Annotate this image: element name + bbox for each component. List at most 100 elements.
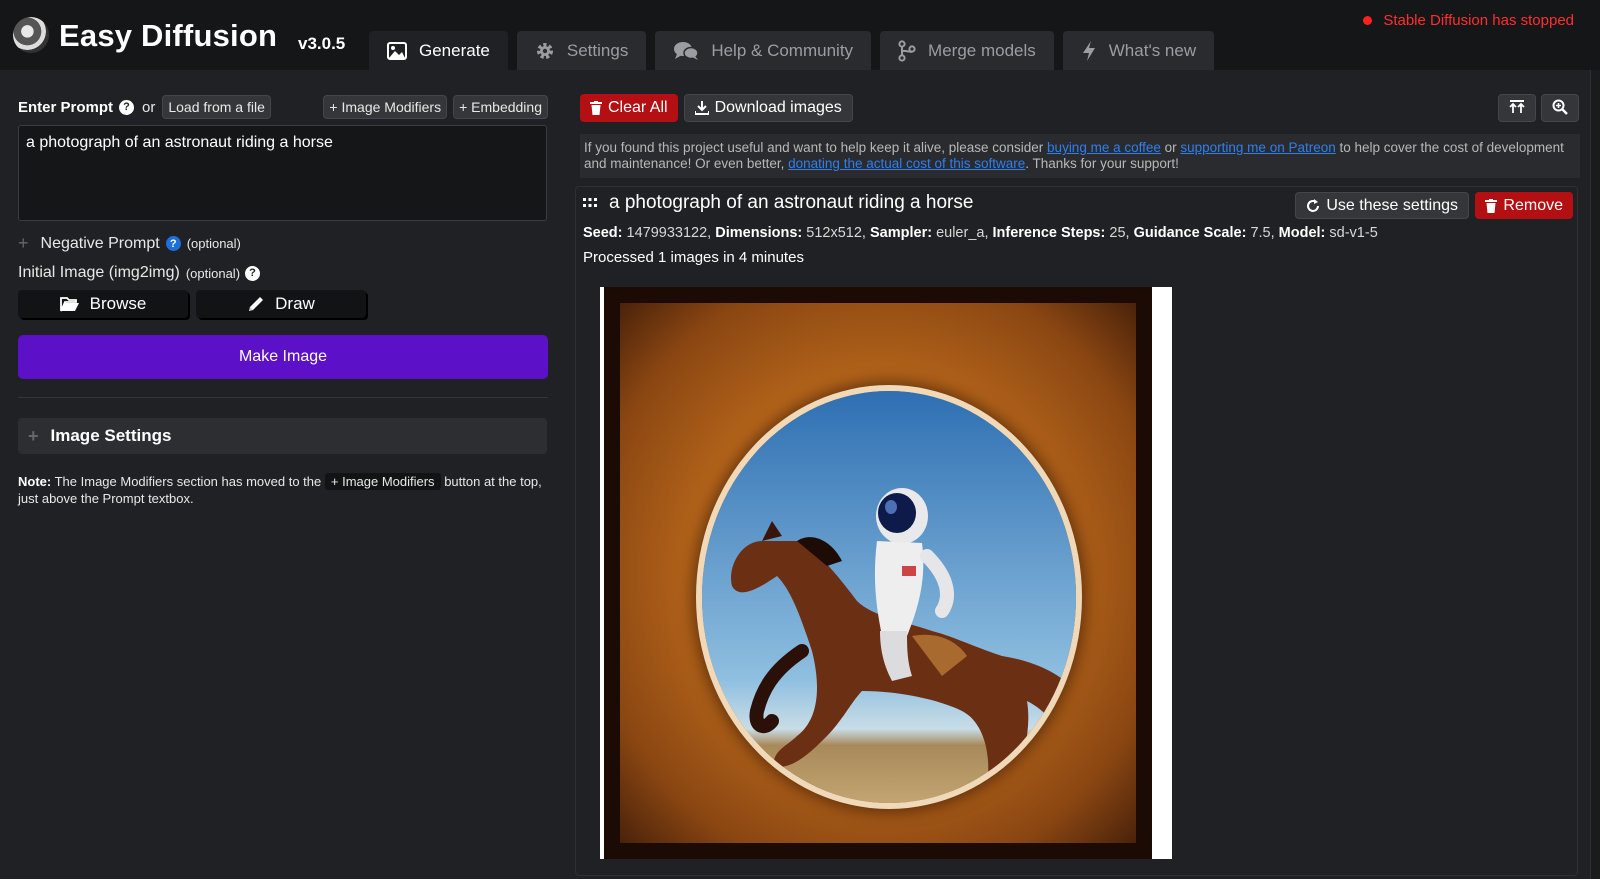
- server-status: Stable Diffusion has stopped: [1363, 12, 1574, 29]
- grip-icon[interactable]: [583, 198, 597, 208]
- use-settings-button[interactable]: Use these settings: [1295, 192, 1469, 219]
- or-text: or: [142, 98, 156, 116]
- download-images-label: Download images: [714, 99, 842, 116]
- tab-label: Generate: [419, 40, 490, 60]
- plus-icon: +: [28, 425, 39, 446]
- results-panel: Clear All Download images If you found t…: [575, 94, 1580, 876]
- negative-prompt-toggle[interactable]: + Negative Prompt ? (optional): [18, 233, 548, 254]
- result-header: a photograph of an astronaut riding a ho…: [583, 192, 973, 214]
- page-scrollbar[interactable]: [1590, 70, 1600, 879]
- divider: [18, 397, 548, 398]
- donate-link[interactable]: donating the actual cost of this softwar…: [788, 156, 1025, 171]
- embedding-button[interactable]: + Embedding: [453, 95, 548, 119]
- initial-image-row: Initial Image (img2img) (optional) ?: [18, 264, 548, 282]
- support-banner: If you found this project useful and wan…: [580, 134, 1580, 178]
- browse-button[interactable]: Browse: [18, 290, 188, 318]
- prompt-header: Enter Prompt ? or Load from a file + Ima…: [18, 94, 548, 120]
- tab-label: Merge models: [928, 40, 1036, 60]
- prompt-label: Enter Prompt: [18, 98, 114, 116]
- bolt-icon: [1081, 40, 1097, 62]
- processed-status: Processed 1 images in 4 minutes: [583, 249, 804, 266]
- help-icon[interactable]: ?: [245, 265, 261, 281]
- optional-label: (optional): [186, 236, 241, 251]
- prompt-input[interactable]: a photograph of an astronaut riding a ho…: [18, 125, 547, 221]
- results-toolbar: Clear All Download images: [580, 94, 1580, 122]
- make-image-button[interactable]: Make Image: [18, 335, 548, 379]
- download-images-button[interactable]: Download images: [683, 94, 853, 122]
- remove-label: Remove: [1503, 196, 1563, 214]
- image-settings-toggle[interactable]: + Image Settings: [18, 418, 547, 454]
- use-settings-label: Use these settings: [1326, 196, 1458, 214]
- top-header: Easy Diffusion v3.0.5 Stable Diffusion h…: [0, 0, 1600, 70]
- negative-prompt-label: Negative Prompt: [40, 234, 160, 252]
- note-text: The Image Modifiers section has moved to…: [54, 474, 322, 489]
- clear-all-button[interactable]: Clear All: [580, 94, 678, 122]
- result-prompt-title: a photograph of an astronaut riding a ho…: [609, 192, 974, 213]
- support-text: . Thanks for your support!: [1025, 156, 1179, 171]
- seed-value: 1479933122,: [626, 225, 712, 241]
- app-logo: [13, 17, 49, 53]
- browse-label: Browse: [89, 294, 147, 313]
- help-icon[interactable]: ?: [119, 99, 135, 115]
- dimensions-value: 512x512,: [806, 225, 866, 241]
- clear-all-label: Clear All: [608, 99, 668, 116]
- note-bold: Note:: [18, 474, 52, 489]
- sampler-value: euler_a,: [936, 225, 989, 241]
- image-settings-label: Image Settings: [50, 426, 172, 445]
- tab-help-community[interactable]: Help & Community: [655, 31, 872, 70]
- zoom-button[interactable]: [1541, 94, 1579, 122]
- image-icon: [387, 41, 407, 60]
- help-icon[interactable]: ?: [165, 236, 181, 251]
- tab-merge-models[interactable]: Merge models: [880, 31, 1054, 70]
- status-text: Stable Diffusion has stopped: [1383, 12, 1574, 29]
- astronaut-horse-art: [731, 488, 1076, 791]
- model-label: Model:: [1278, 225, 1326, 241]
- tab-label: Settings: [566, 40, 629, 60]
- tab-label: Help & Community: [711, 40, 854, 60]
- model-value: sd-v1-5: [1329, 225, 1378, 241]
- generation-metadata: Seed: 1479933122, Dimensions: 512x512, S…: [583, 225, 1378, 241]
- download-icon: [694, 101, 709, 115]
- tab-settings[interactable]: Settings: [516, 31, 647, 70]
- guidance-value: 7.5,: [1250, 225, 1275, 241]
- generated-image[interactable]: [600, 287, 1172, 859]
- image-frame: [604, 287, 1152, 859]
- note-chip: + Image Modifiers: [324, 473, 441, 490]
- plus-icon: +: [18, 233, 29, 253]
- status-dot-icon: [1363, 16, 1373, 25]
- tab-whats-new[interactable]: What's new: [1062, 31, 1215, 70]
- scroll-top-button[interactable]: [1498, 94, 1536, 122]
- zoom-in-icon: [1552, 99, 1568, 118]
- seed-label: Seed:: [583, 225, 623, 241]
- image-frame-inner: [620, 303, 1136, 843]
- steps-label: Inference Steps:: [992, 225, 1106, 241]
- image-modifiers-button[interactable]: + Image Modifiers: [323, 95, 448, 119]
- load-from-file-button[interactable]: Load from a file: [162, 95, 271, 119]
- draw-label: Draw: [275, 294, 315, 313]
- initial-image-label: Initial Image (img2img): [18, 264, 180, 281]
- patreon-link[interactable]: supporting me on Patreon: [1180, 140, 1335, 155]
- tab-generate[interactable]: Generate: [369, 31, 508, 70]
- guidance-label: Guidance Scale:: [1133, 225, 1247, 241]
- main-tabs: Generate Settings Help & Community Merge…: [369, 31, 1223, 70]
- trash-icon: [590, 101, 602, 115]
- result-card: a photograph of an astronaut riding a ho…: [575, 186, 1578, 876]
- app-title: Easy Diffusion: [59, 18, 278, 53]
- initial-image-actions: Browse Draw: [18, 290, 548, 318]
- comments-icon: [673, 41, 700, 61]
- app-version: v3.0.5: [298, 34, 346, 53]
- optional-label: (optional): [185, 265, 241, 281]
- editor-panel: Enter Prompt ? or Load from a file + Ima…: [18, 94, 548, 507]
- pencil-icon: [247, 295, 265, 313]
- dimensions-label: Dimensions:: [715, 225, 803, 241]
- sampler-label: Sampler:: [869, 225, 933, 241]
- buy-coffee-link[interactable]: buying me a coffee: [1047, 140, 1161, 155]
- branch-icon: [898, 39, 916, 62]
- support-text: or: [1160, 140, 1181, 155]
- remove-button[interactable]: Remove: [1475, 192, 1573, 219]
- modifiers-note: Note: The Image Modifiers section has mo…: [18, 473, 548, 507]
- support-text: If you found this project useful and wan…: [584, 140, 1048, 155]
- draw-button[interactable]: Draw: [196, 290, 366, 318]
- redo-icon: [1306, 198, 1320, 213]
- gear-icon: [535, 41, 555, 61]
